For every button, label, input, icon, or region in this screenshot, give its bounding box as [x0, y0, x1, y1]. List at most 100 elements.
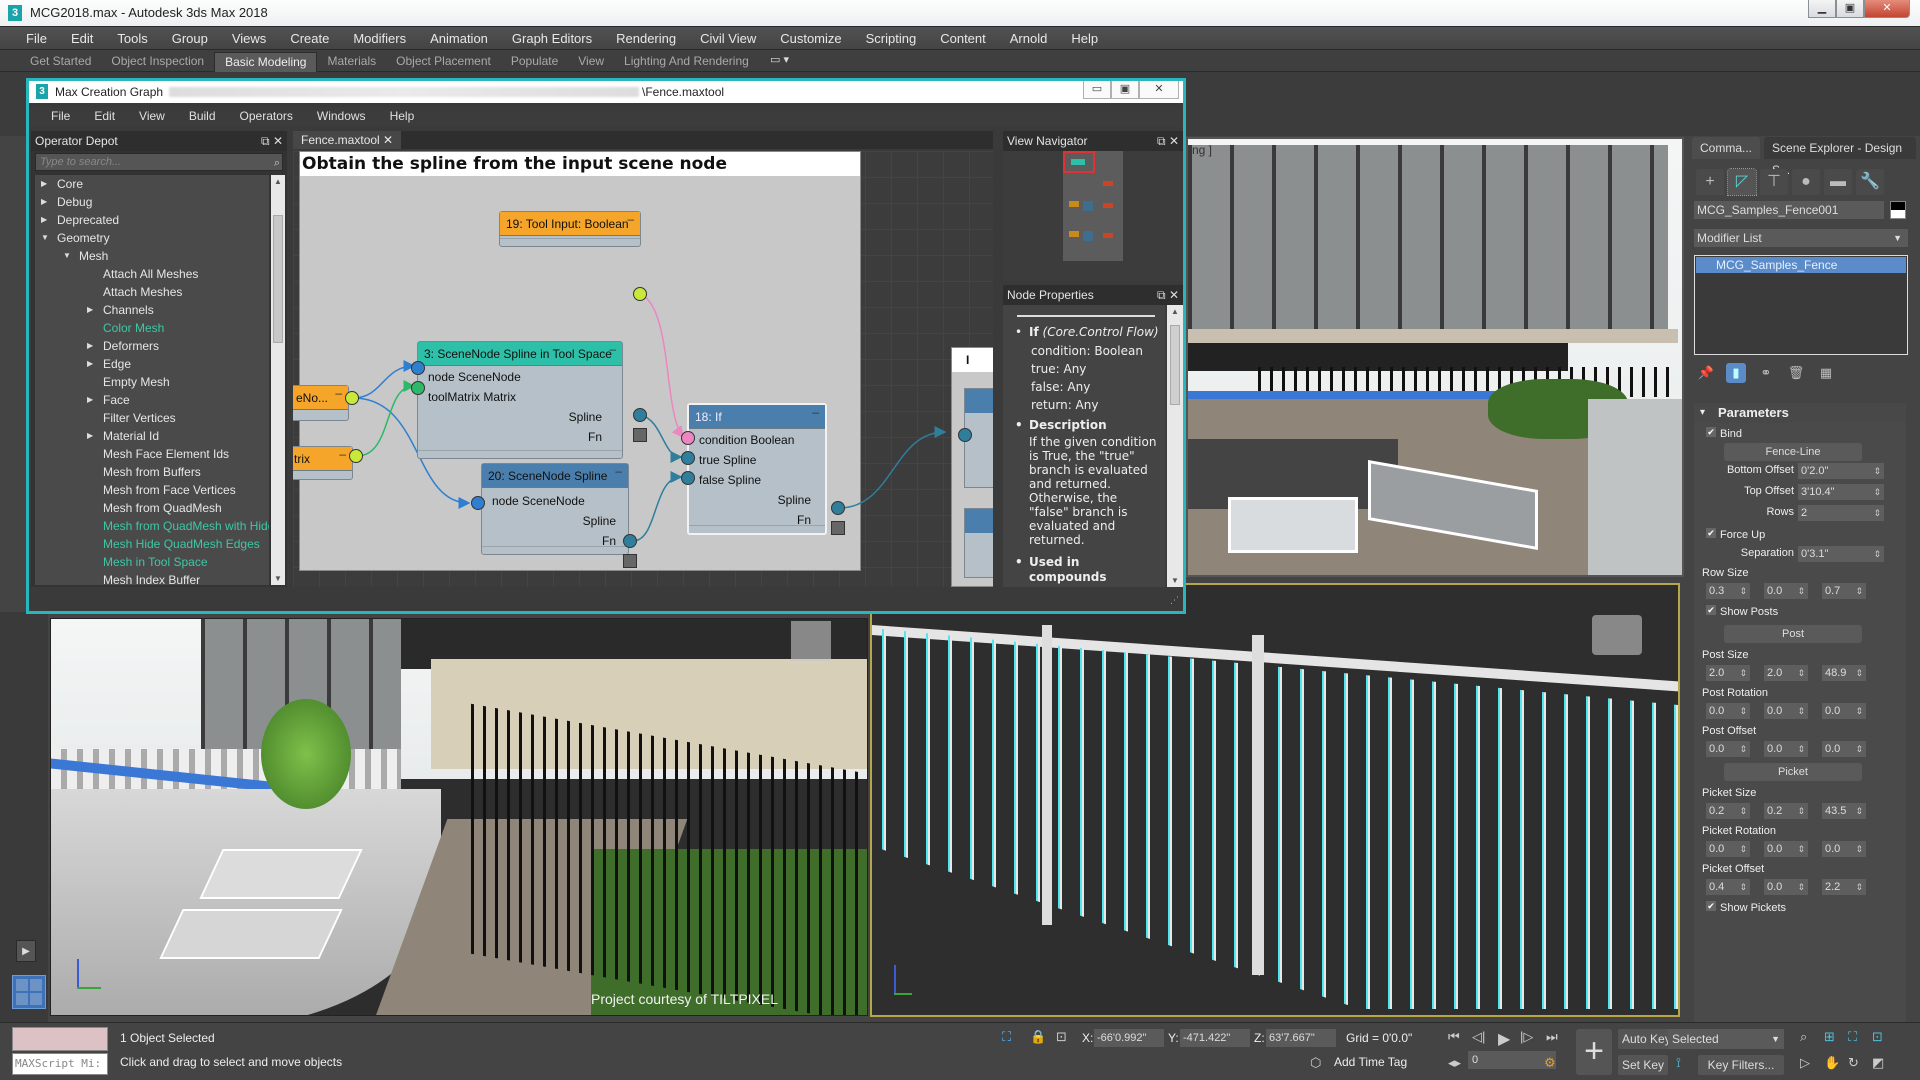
set-keys-icon[interactable]: +: [1576, 1029, 1612, 1075]
menu-views[interactable]: Views: [220, 31, 278, 46]
operator-tree-item[interactable]: ▶ Deprecated: [35, 211, 269, 229]
mcg-menu-build[interactable]: Build: [177, 107, 228, 127]
isolate-selection-icon[interactable]: ⛶: [1002, 1029, 1011, 1045]
show-pickets-checkbox[interactable]: Show Pickets: [1706, 901, 1786, 915]
output-port-fn[interactable]: [831, 521, 845, 535]
search-icon[interactable]: ⌕: [274, 155, 280, 171]
next-frame-icon[interactable]: |▷: [1520, 1029, 1533, 1045]
operator-tree-item[interactable]: Mesh Hide QuadMesh Edges: [35, 535, 269, 553]
menu-edit[interactable]: Edit: [59, 31, 105, 46]
output-port[interactable]: [349, 449, 363, 463]
menu-tools[interactable]: Tools: [105, 31, 159, 46]
menu-graph-editors[interactable]: Graph Editors: [500, 31, 604, 46]
hierarchy-icon[interactable]: ⊤: [1760, 169, 1788, 195]
key-mode-toggle-icon[interactable]: ◂▸: [1448, 1055, 1461, 1071]
bottom-offset-spinner[interactable]: 0'2.0": [1798, 463, 1884, 479]
mcg-menu-operators[interactable]: Operators: [228, 107, 305, 127]
post-rotation-spinner-z[interactable]: 0.0: [1822, 703, 1866, 719]
set-key-button[interactable]: Set Key: [1618, 1055, 1669, 1075]
tab-scene-explorer[interactable]: Scene Explorer - Design S...: [1764, 137, 1916, 177]
mcg-maximize-button[interactable]: ▣: [1111, 81, 1139, 99]
default-in-out-tangents-icon[interactable]: ⟟: [1676, 1055, 1681, 1071]
menu-group[interactable]: Group: [160, 31, 220, 46]
picket-rotation-spinner-y[interactable]: 0.0: [1764, 841, 1808, 857]
post-size-spinner-z[interactable]: 48.9: [1822, 665, 1866, 681]
graph-minimap[interactable]: [1063, 151, 1123, 261]
object-name-field[interactable]: MCG_Samples_Fence001: [1694, 201, 1884, 219]
ribbon-tab-object-placement[interactable]: Object Placement: [386, 52, 501, 73]
maxscript-listener-output[interactable]: [12, 1027, 108, 1051]
input-port-node[interactable]: [411, 361, 425, 375]
menu-file[interactable]: File: [14, 31, 59, 46]
ribbon-tab-get-started[interactable]: Get Started: [20, 52, 101, 73]
output-port-spline[interactable]: [633, 408, 647, 422]
expand-arrow-down-icon[interactable]: ▼: [63, 247, 71, 265]
resize-grip-icon[interactable]: ⋰: [1170, 595, 1179, 606]
ribbon-tab-view[interactable]: View: [568, 52, 614, 73]
maximize-button[interactable]: ▣: [1836, 0, 1864, 18]
post-size-spinner-y[interactable]: 2.0: [1764, 665, 1808, 681]
post-offset-spinner-x[interactable]: 0.0: [1706, 741, 1750, 757]
display-icon[interactable]: ▬: [1824, 169, 1852, 195]
viewcube[interactable]: RIGHT: [791, 621, 831, 661]
absolute-mode-icon[interactable]: ⊡: [1056, 1029, 1067, 1045]
operator-tree-item[interactable]: Attach All Meshes: [35, 265, 269, 283]
key-filters-button[interactable]: Key Filters...: [1698, 1055, 1784, 1075]
fence-line-pick-button[interactable]: Fence-Line: [1724, 443, 1862, 461]
post-size-spinner-x[interactable]: 2.0: [1706, 665, 1750, 681]
field-of-view-icon[interactable]: ▷: [1800, 1055, 1810, 1071]
viewport-perspective-bottom-left[interactable]: RIGHT Project courtesy of TILTPIXEL: [50, 618, 868, 1016]
mcg-menu-help[interactable]: Help: [378, 107, 427, 127]
node-scenenode-input-partial[interactable]: eNo... –: [293, 385, 349, 421]
viewport-active-bottom-right[interactable]: [870, 583, 1680, 1017]
input-port-condition[interactable]: [681, 431, 695, 445]
expand-arrow-down-icon[interactable]: ▼: [41, 229, 49, 247]
input-port-true[interactable]: [681, 451, 695, 465]
picket-size-spinner-z[interactable]: 43.5: [1822, 803, 1866, 819]
mcg-minimize-button[interactable]: ▭: [1083, 81, 1111, 99]
pan-view-icon[interactable]: ✋: [1824, 1055, 1840, 1071]
scroll-up-icon[interactable]: ▲: [1171, 307, 1179, 316]
scroll-down-icon[interactable]: ▼: [274, 574, 282, 583]
close-icon[interactable]: ✕: [1169, 134, 1179, 148]
ribbon-tab-object-inspection[interactable]: Object Inspection: [101, 52, 214, 73]
mcg-menu-file[interactable]: File: [39, 107, 82, 127]
output-port[interactable]: [345, 391, 359, 405]
menu-help[interactable]: Help: [1059, 31, 1110, 46]
ribbon-tab-lighting-and-rendering[interactable]: Lighting And Rendering: [614, 52, 759, 73]
viewport-perspective-top-right[interactable]: ng ]: [1186, 137, 1684, 577]
viewport-layout-button[interactable]: [12, 975, 46, 1009]
node-if[interactable]: 18: If – condition Boolean true Spline f…: [687, 403, 827, 535]
selection-lock-icon[interactable]: 🔒: [1030, 1029, 1046, 1045]
operator-tree-item[interactable]: Mesh from QuadMesh: [35, 499, 269, 517]
time-configuration-icon[interactable]: ⚙: [1544, 1055, 1556, 1071]
menu-customize[interactable]: Customize: [768, 31, 853, 46]
mcg-menu-view[interactable]: View: [127, 107, 177, 127]
operator-tree-item[interactable]: Filter Vertices: [35, 409, 269, 427]
orbit-icon[interactable]: ↻: [1848, 1055, 1859, 1071]
operator-tree-item[interactable]: Mesh from Face Vertices: [35, 481, 269, 499]
previous-frame-icon[interactable]: ◁|: [1472, 1029, 1485, 1045]
modifier-list-dropdown[interactable]: Modifier List ▼: [1694, 229, 1908, 247]
mcg-title-bar[interactable]: 3 Max Creation Graph \Fence.maxtool ▭ ▣ …: [29, 81, 1183, 103]
float-icon[interactable]: ⧉: [1157, 288, 1166, 302]
minimize-button[interactable]: ▁: [1808, 0, 1836, 18]
node-tool-input-boolean[interactable]: 19: Tool Input: Boolean –: [499, 211, 641, 247]
post-rotation-spinner-x[interactable]: 0.0: [1706, 703, 1750, 719]
menu-animation[interactable]: Animation: [418, 31, 500, 46]
zoom-all-icon[interactable]: ⊞: [1824, 1029, 1835, 1045]
operator-tree-item[interactable]: ▼ Geometry: [35, 229, 269, 247]
expand-arrow-right-icon[interactable]: ▶: [87, 301, 93, 319]
close-icon[interactable]: ✕: [1169, 288, 1179, 302]
operator-tree-item[interactable]: ▼ Mesh: [35, 247, 269, 265]
show-end-result-icon[interactable]: ▮: [1726, 363, 1746, 383]
post-offset-spinner-z[interactable]: 0.0: [1822, 741, 1866, 757]
menu-content[interactable]: Content: [928, 31, 998, 46]
menu-scripting[interactable]: Scripting: [854, 31, 929, 46]
operator-tree-item[interactable]: Attach Meshes: [35, 283, 269, 301]
viewcube[interactable]: [1592, 615, 1642, 655]
operator-tree-item[interactable]: ▶ Edge: [35, 355, 269, 373]
operator-tree-item[interactable]: Mesh Face Element Ids: [35, 445, 269, 463]
scroll-down-icon[interactable]: ▼: [1171, 576, 1179, 585]
collapse-icon[interactable]: –: [812, 405, 819, 419]
